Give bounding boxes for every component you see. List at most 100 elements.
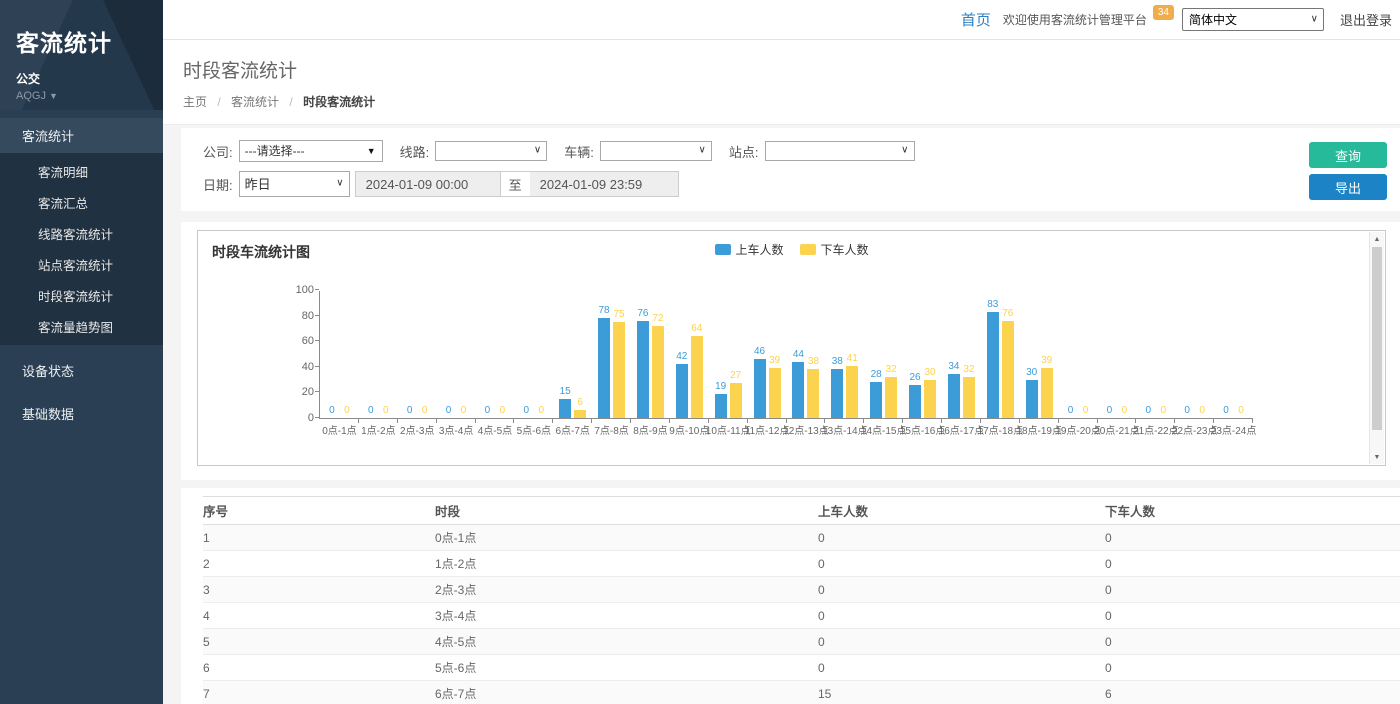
table-header-cell: 下车人数 [1105, 501, 1400, 520]
sidebar-subitem[interactable]: 站点客流统计 [0, 249, 163, 280]
table-cell: 3点-4点 [435, 607, 818, 624]
date-to-input[interactable] [530, 171, 679, 197]
table-body: 10点-1点0021点-2点0032点-3点0043点-4点0054点-5点00… [203, 525, 1400, 704]
date-preset-select[interactable]: 昨日 [239, 171, 350, 197]
alighting-bar-column: 39 [1040, 291, 1053, 418]
boarding-bar-column: 38 [831, 291, 844, 418]
table-row[interactable]: 32点-3点00 [203, 577, 1400, 603]
table-row[interactable]: 43点-4点00 [203, 603, 1400, 629]
company-select[interactable]: ---请选择--- [239, 140, 383, 162]
alighting-bar-column: 64 [690, 291, 703, 418]
boarding-bar-column: 0 [1064, 291, 1077, 418]
table-row[interactable]: 21点-2点00 [203, 551, 1400, 577]
bar-group: 192710点-11点 [709, 291, 748, 418]
bar-group: 263015点-16点 [903, 291, 942, 418]
x-axis-label: 7点-8点 [594, 422, 628, 437]
table-cell: 6点-7点 [435, 685, 818, 702]
bar-value-label: 28 [871, 369, 882, 381]
bar-group: 005点-6点 [514, 291, 553, 418]
x-axis-label: 4点-5点 [478, 422, 512, 437]
table-cell: 15 [818, 687, 1105, 701]
sidebar-menu: 客流统计客流明细客流汇总线路客流统计站点客流统计时段客流统计客流量趋势图设备状态… [0, 118, 163, 431]
boarding-bar-column: 0 [1142, 291, 1155, 418]
boarding-bar-column: 0 [364, 291, 377, 418]
table-row[interactable]: 10点-1点00 [203, 525, 1400, 551]
date-from-input[interactable] [355, 171, 501, 197]
alighting-bar-column: 32 [962, 291, 975, 418]
table-cell: 0 [1105, 531, 1400, 545]
line-select[interactable] [435, 141, 547, 161]
legend-item[interactable]: 上车人数 [714, 241, 783, 258]
query-button[interactable]: 查询 [1309, 142, 1387, 168]
table-cell: 1点-2点 [435, 555, 818, 572]
filter-panel: 公司: ---请选择--- ▼ 线路: ∨ [181, 128, 1400, 211]
table-row[interactable]: 76点-7点156 [203, 681, 1400, 704]
scrollbar-thumb[interactable] [1372, 247, 1382, 430]
sidebar: 客流统计 公交 AQGJ▼ 客流统计客流明细客流汇总线路客流统计站点客流统计时段… [0, 0, 163, 704]
bar-group: 283214点-15点 [864, 291, 903, 418]
sidebar-section[interactable]: 客流统计 [0, 118, 163, 153]
legend-swatch [714, 244, 730, 255]
table-row[interactable]: 54点-5点00 [203, 629, 1400, 655]
bar-alighting [1041, 368, 1053, 418]
filter-row-1: 公司: ---请选择--- ▼ 线路: ∨ [203, 140, 1400, 162]
topbar: 首页 欢迎使用客流统计管理平台 34 简体中文 ∨ 退出登录 [163, 0, 1400, 40]
x-axis-label: 8点-9点 [633, 422, 667, 437]
y-axis-tick [315, 289, 319, 290]
bar-boarding [754, 359, 766, 418]
bar-value-label: 0 [461, 405, 467, 417]
sidebar-subitem[interactable]: 客流量趋势图 [0, 311, 163, 342]
home-link[interactable]: 首页 [961, 9, 991, 30]
chart-box: 时段车流统计图 上车人数下车人数 020406080100000点-1点001点… [197, 230, 1386, 466]
alighting-bar-column: 0 [379, 291, 392, 418]
logout-link[interactable]: 退出登录 [1340, 10, 1392, 29]
table-row[interactable]: 65点-6点00 [203, 655, 1400, 681]
breadcrumb-section[interactable]: 客流统计 [231, 95, 279, 109]
bar-value-label: 34 [948, 361, 959, 373]
language-select[interactable]: 简体中文 [1182, 8, 1324, 31]
table-cell: 6 [1105, 687, 1400, 701]
sidebar-subitem[interactable]: 客流汇总 [0, 187, 163, 218]
chart-legend: 上车人数下车人数 [714, 241, 868, 258]
table-cell: 3 [203, 583, 435, 597]
vehicle-select[interactable] [600, 141, 712, 161]
org-code-label: AQGJ [16, 90, 46, 102]
bar-boarding [987, 312, 999, 418]
bar-alighting [963, 377, 975, 418]
bar-value-label: 19 [715, 381, 726, 393]
boarding-bar-column: 83 [986, 291, 999, 418]
alighting-bar-column: 0 [535, 291, 548, 418]
station-select[interactable] [765, 141, 915, 161]
chart-scrollbar[interactable]: ▲ ▼ [1369, 232, 1384, 464]
y-axis-tick-label: 60 [284, 335, 314, 347]
legend-item[interactable]: 下车人数 [800, 241, 869, 258]
bar-boarding [676, 364, 688, 418]
table-cell: 0 [818, 557, 1105, 571]
org-selector[interactable]: AQGJ▼ [16, 90, 163, 102]
sidebar-subitem[interactable]: 线路客流统计 [0, 218, 163, 249]
sidebar-subitem[interactable]: 客流明细 [0, 156, 163, 187]
sidebar-section[interactable]: 基础数据 [0, 396, 163, 431]
bar-value-label: 0 [1083, 405, 1089, 417]
scroll-down-icon[interactable]: ▼ [1370, 450, 1384, 464]
bar-value-label: 0 [446, 405, 452, 417]
bar-value-label: 44 [793, 349, 804, 361]
table-cell: 0 [818, 661, 1105, 675]
x-axis-label: 0点-1点 [322, 422, 356, 437]
notification-badge[interactable]: 34 [1153, 5, 1174, 20]
bar-value-label: 0 [500, 405, 506, 417]
bar-value-label: 0 [1161, 405, 1167, 417]
export-button[interactable]: 导出 [1309, 174, 1387, 200]
sidebar-section[interactable]: 设备状态 [0, 353, 163, 388]
bar-boarding [870, 382, 882, 418]
station-filter: 站点: ∨ [729, 141, 915, 161]
sidebar-subitem[interactable]: 时段客流统计 [0, 280, 163, 311]
date-range-separator: 至 [501, 171, 530, 197]
breadcrumb-home[interactable]: 主页 [183, 95, 207, 109]
bar-value-label: 0 [344, 405, 350, 417]
x-axis-label: 23点-24点 [1211, 422, 1257, 437]
bar-group: 343216点-17点 [942, 291, 981, 418]
y-axis-tick-label: 20 [284, 386, 314, 398]
scroll-up-icon[interactable]: ▲ [1370, 232, 1384, 246]
y-axis-tick-label: 100 [284, 284, 314, 296]
